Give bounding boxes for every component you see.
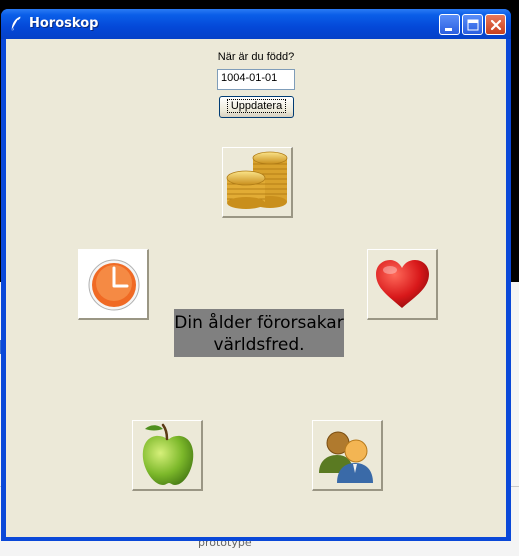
money-button[interactable] — [222, 147, 293, 218]
result-message: Din ålder förorsakar världsfred. — [174, 309, 344, 357]
heart-icon — [376, 260, 429, 308]
coins-icon — [226, 151, 288, 209]
title-bar[interactable]: Horoskop — [1, 9, 511, 39]
birthdate-prompt: När är du född? — [217, 51, 295, 63]
birthdate-input[interactable]: 1004-01-01 — [217, 69, 295, 90]
update-button-label: Uppdatera — [226, 99, 287, 113]
clock-icon — [88, 259, 140, 311]
people-button[interactable] — [312, 420, 383, 491]
maximize-button[interactable] — [462, 14, 483, 35]
close-button[interactable] — [485, 14, 506, 35]
people-icon — [319, 431, 373, 483]
apple-button[interactable] — [132, 420, 203, 491]
window-client-area: När är du född? 1004-01-01 Uppdatera Din… — [6, 39, 506, 537]
minimize-icon — [445, 28, 452, 31]
close-icon — [490, 19, 502, 31]
minimize-button[interactable] — [439, 14, 460, 35]
result-message-line-2: världsfred. — [213, 335, 305, 355]
maximize-icon — [467, 19, 479, 31]
clock-button[interactable] — [78, 249, 149, 320]
horoskop-window: Horoskop När är du född? 1004-01-01 Uppd… — [1, 9, 511, 541]
update-button[interactable]: Uppdatera — [219, 96, 294, 118]
apple-icon — [142, 423, 194, 485]
feather-icon — [9, 16, 23, 32]
window-title: Horoskop — [29, 16, 99, 31]
result-message-line-1: Din ålder förorsakar — [174, 313, 344, 333]
heart-button[interactable] — [367, 249, 438, 320]
